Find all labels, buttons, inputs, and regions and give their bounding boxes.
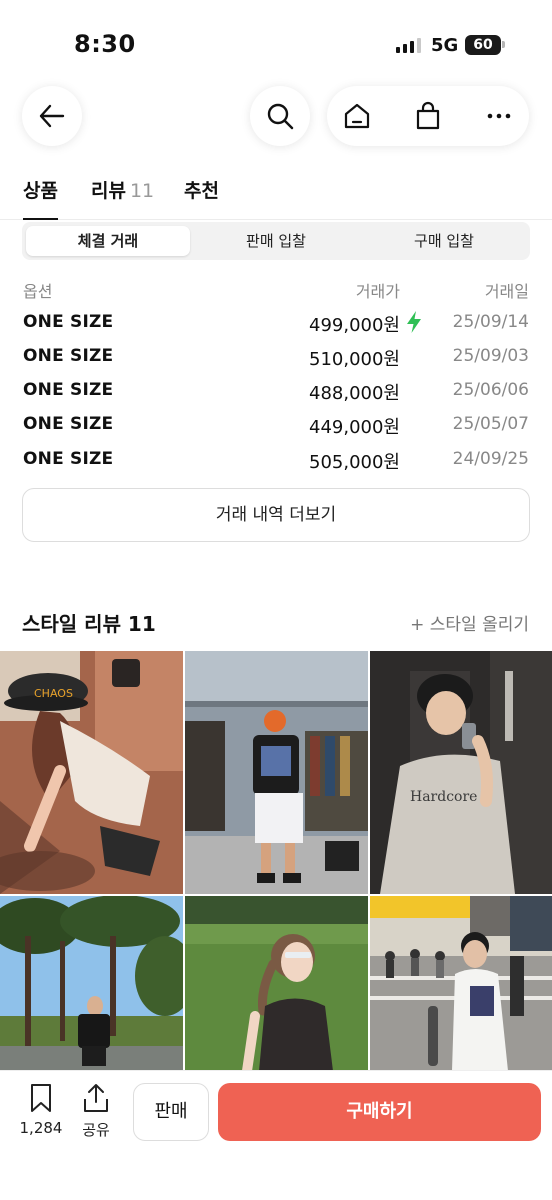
upload-style-link[interactable]: + 스타일 올리기 xyxy=(410,610,529,635)
style-photo[interactable]: Hardcore xyxy=(370,651,552,894)
bookmark-icon xyxy=(31,1084,51,1112)
segment-completed-trades[interactable]: 체결 거래 xyxy=(26,226,190,256)
style-photo[interactable] xyxy=(370,896,552,1071)
nav-actions xyxy=(327,86,529,146)
segment-buy-bids[interactable]: 구매 입찰 xyxy=(362,226,526,256)
battery-nub xyxy=(502,41,505,48)
tab-review[interactable]: 리뷰 11 xyxy=(91,176,154,220)
style-photo-image xyxy=(370,896,552,1071)
segment-sell-bids[interactable]: 판매 입찰 xyxy=(194,226,358,256)
row-date: 24/09/25 xyxy=(452,449,529,469)
style-photo[interactable] xyxy=(0,896,183,1071)
style-photo-image: CHAOS xyxy=(0,651,183,894)
more-trades-button[interactable]: 거래 내역 더보기 xyxy=(22,488,530,542)
tab-review-label: 리뷰 xyxy=(91,180,126,202)
signal-icon xyxy=(396,37,421,53)
home-button[interactable] xyxy=(337,96,377,136)
svg-text:Hardcore: Hardcore xyxy=(410,789,477,805)
search-button[interactable] xyxy=(250,86,310,146)
status-bar: 8:30 5G 60 xyxy=(0,0,552,80)
cart-button[interactable] xyxy=(408,96,448,136)
network-type: 5G xyxy=(431,35,459,56)
row-price: 505,000원 xyxy=(309,452,400,473)
more-button[interactable] xyxy=(479,96,519,136)
style-photo-grid: CHAOS Hardcore xyxy=(0,651,552,1071)
row-price: 510,000원 xyxy=(309,349,400,370)
table-row: ONE SIZE 499,000원 25/09/14 xyxy=(0,308,552,338)
header-option: 옵션 xyxy=(23,282,53,301)
row-price: 499,000원 xyxy=(309,315,400,336)
share-button[interactable]: 공유 xyxy=(72,1083,120,1140)
svg-text:CHAOS: CHAOS xyxy=(34,687,73,700)
row-date: 25/09/14 xyxy=(452,312,529,332)
tab-product-label: 상품 xyxy=(23,180,58,202)
product-tabs: 상품 리뷰 11 추천 xyxy=(0,168,552,220)
style-photo-image: Hardcore xyxy=(370,651,552,894)
sell-button[interactable]: 판매 xyxy=(133,1083,209,1141)
search-icon xyxy=(267,103,294,130)
header-date: 거래일 xyxy=(484,282,529,301)
back-arrow-icon xyxy=(39,104,65,128)
style-photo[interactable]: CHAOS xyxy=(0,651,183,894)
row-price: 488,000원 xyxy=(309,383,400,404)
row-option: ONE SIZE xyxy=(23,346,114,366)
table-row: ONE SIZE 505,000원 24/09/25 xyxy=(0,445,552,475)
style-photo-image xyxy=(185,896,368,1071)
tab-recommend-label: 추천 xyxy=(184,180,219,202)
style-photo[interactable] xyxy=(185,651,368,894)
tab-review-count: 11 xyxy=(129,180,155,202)
lightning-icon xyxy=(407,311,421,333)
table-row: ONE SIZE 510,000원 25/09/03 xyxy=(0,342,552,372)
status-time: 8:30 xyxy=(74,30,136,58)
row-date: 25/06/06 xyxy=(452,380,529,400)
trade-type-segmented: 체결 거래 판매 입찰 구매 입찰 xyxy=(22,222,530,260)
buy-button[interactable]: 구매하기 xyxy=(218,1083,541,1141)
row-option: ONE SIZE xyxy=(23,380,114,400)
row-option: ONE SIZE xyxy=(23,414,114,434)
header-price: 거래가 xyxy=(355,282,400,301)
bookmark-count: 1,284 xyxy=(19,1119,63,1137)
table-row: ONE SIZE 449,000원 25/05/07 xyxy=(0,410,552,440)
style-photo[interactable] xyxy=(185,896,368,1071)
row-date: 25/05/07 xyxy=(452,414,529,434)
share-label: 공유 xyxy=(82,1121,110,1139)
style-photo-image xyxy=(185,651,368,894)
bookmark-button[interactable]: 1,284 xyxy=(17,1083,65,1137)
row-option: ONE SIZE xyxy=(23,449,114,469)
tab-product[interactable]: 상품 xyxy=(23,176,58,220)
style-photo-image xyxy=(0,896,183,1071)
table-row: ONE SIZE 488,000원 25/06/06 xyxy=(0,376,552,406)
battery-level: 60 xyxy=(473,37,493,53)
back-button[interactable] xyxy=(22,86,82,146)
battery-icon: 60 xyxy=(465,35,501,55)
shopping-bag-icon xyxy=(416,101,440,130)
row-date: 25/09/03 xyxy=(452,346,529,366)
share-icon xyxy=(84,1084,108,1112)
tab-recommend[interactable]: 추천 xyxy=(184,176,219,220)
bottom-action-bar: 1,284 공유 판매 구매하기 xyxy=(0,1070,552,1200)
style-review-title: 스타일 리뷰 11 xyxy=(22,612,156,636)
home-icon xyxy=(344,103,370,129)
row-option: ONE SIZE xyxy=(23,312,114,332)
more-dots-icon xyxy=(487,113,511,119)
row-price: 449,000원 xyxy=(309,417,400,438)
